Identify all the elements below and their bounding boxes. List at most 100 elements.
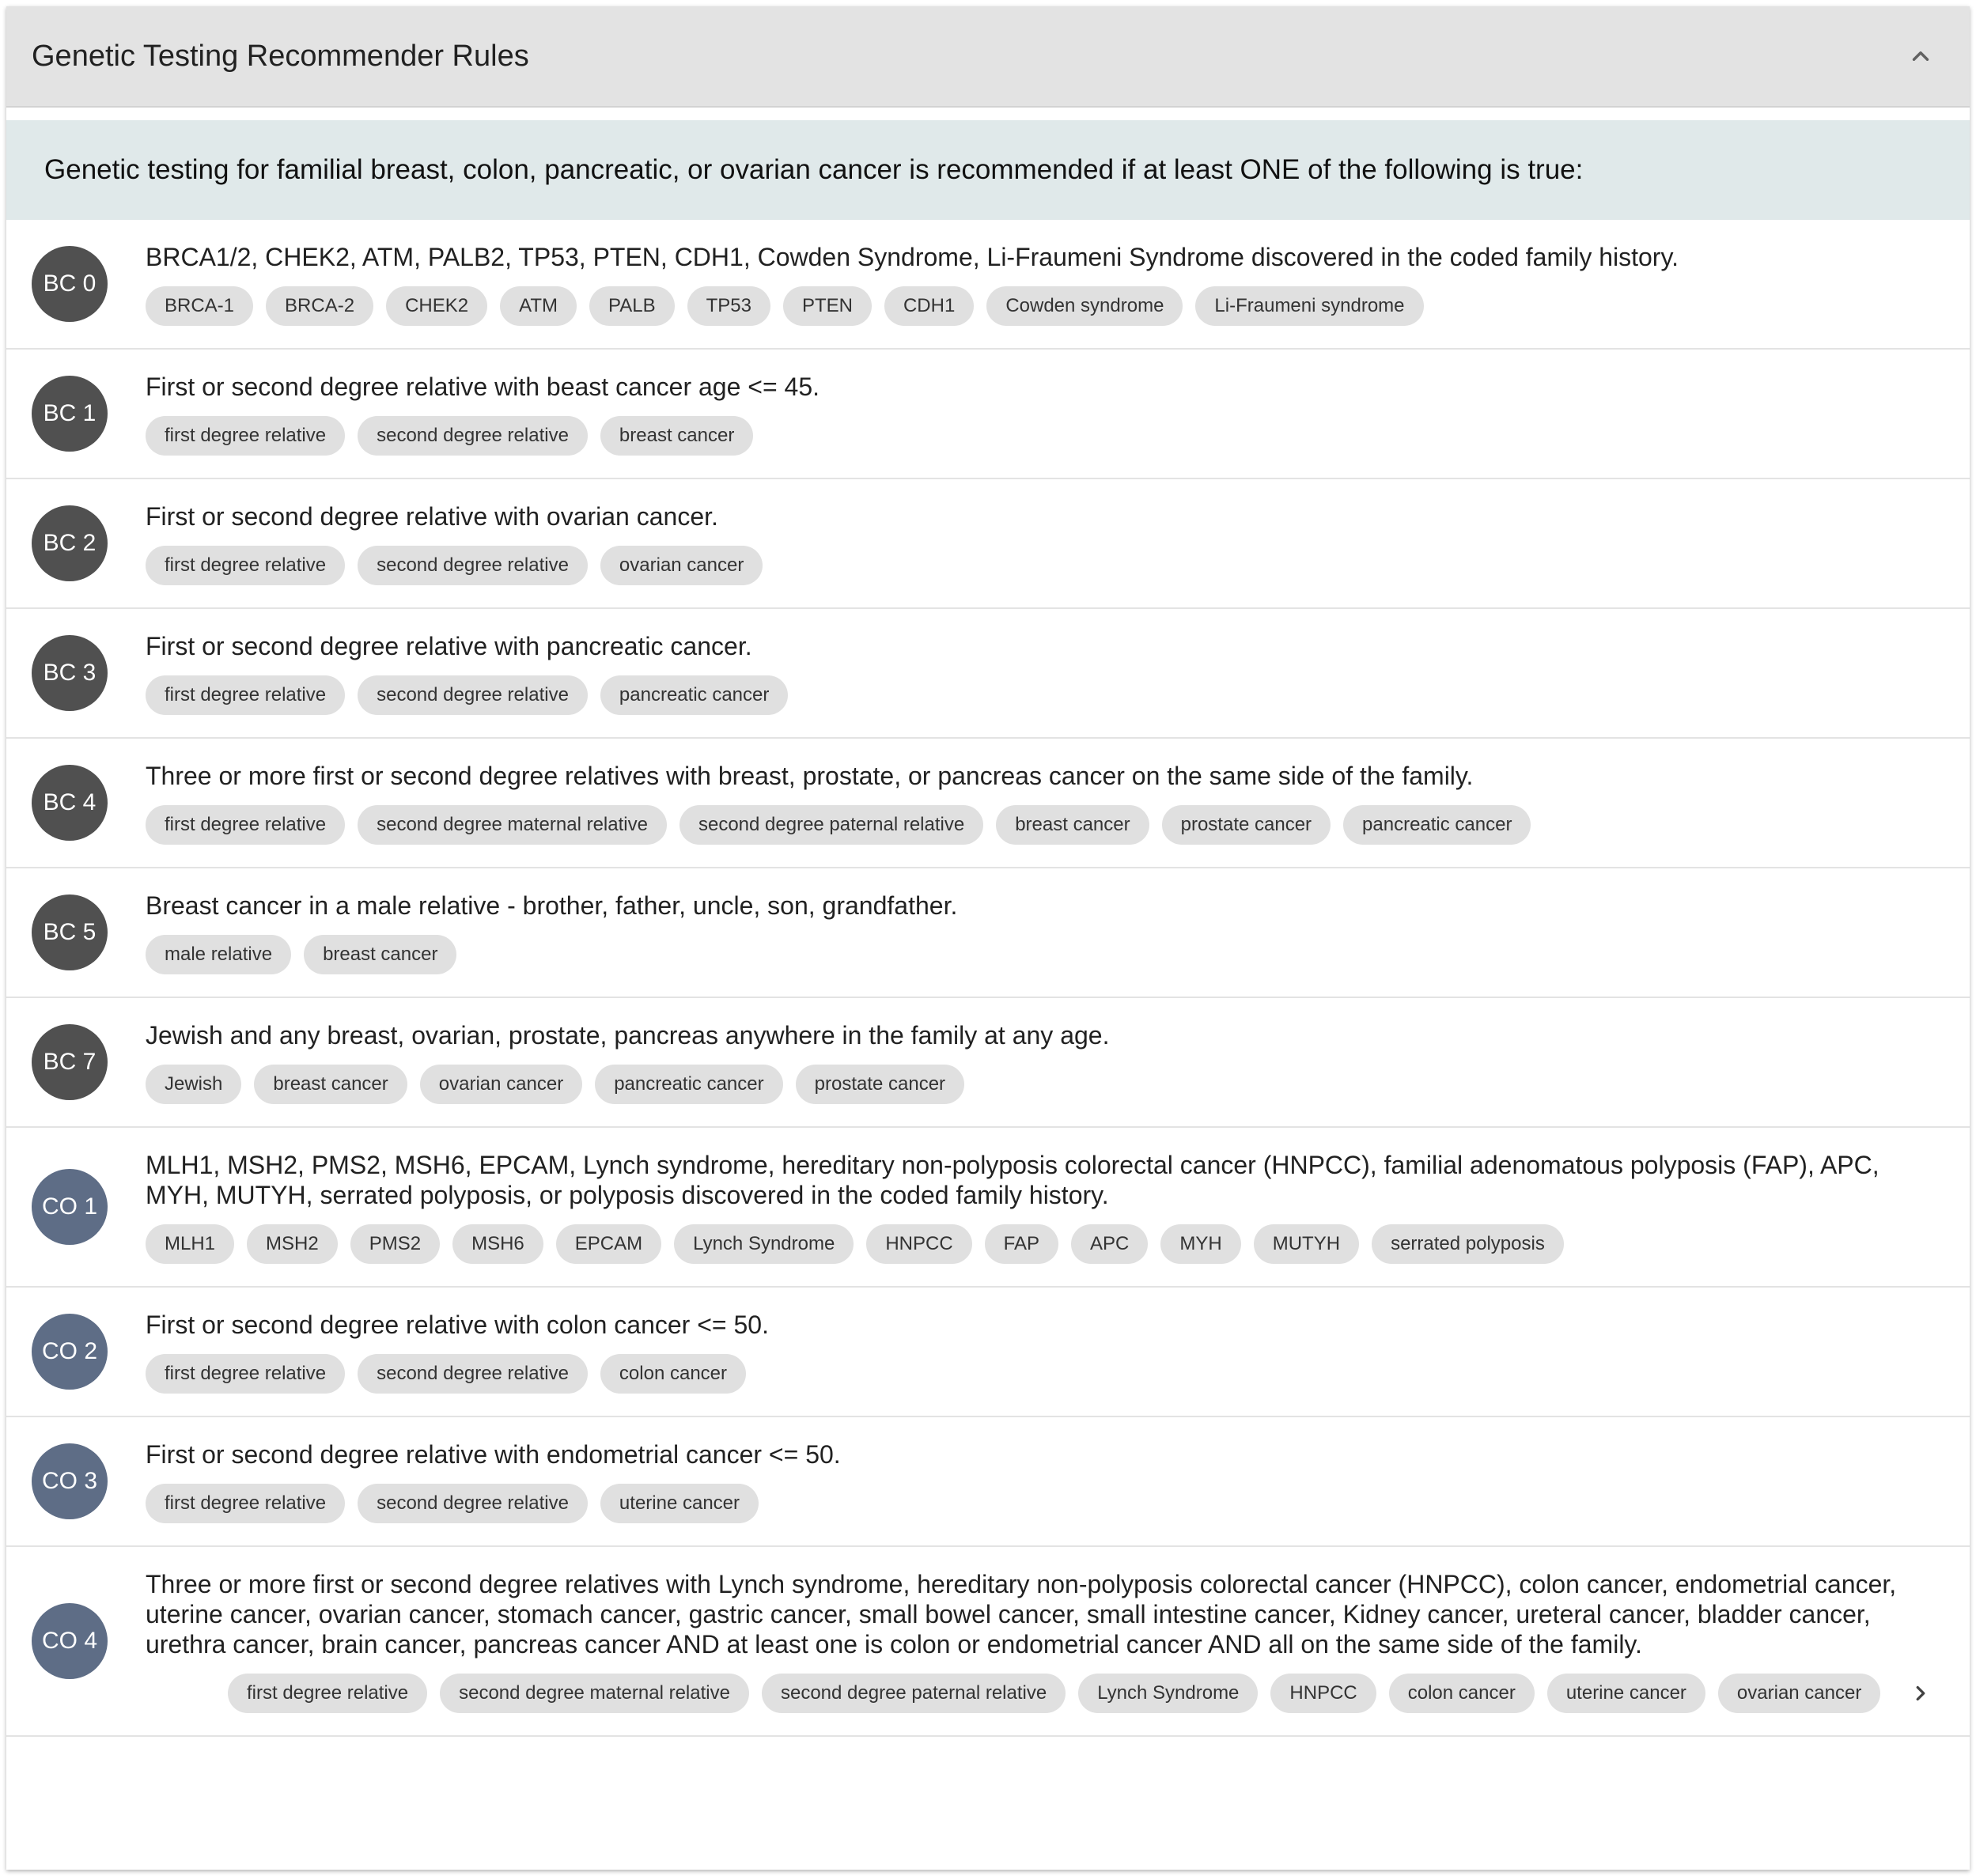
rule-code-avatar: BC 1: [32, 376, 108, 452]
tag-chip[interactable]: first degree relative: [228, 1674, 428, 1713]
rule-content: First or second degree relative with ova…: [146, 501, 1970, 585]
tag-chip[interactable]: EPCAM: [555, 1224, 662, 1264]
tag-chip[interactable]: first degree relative: [146, 1354, 346, 1394]
rule-content: First or second degree relative with bea…: [146, 372, 1970, 456]
rule-row: BC 1 First or second degree relative with…: [6, 350, 1970, 479]
tag-chip-list: first degree relative second degree relat…: [146, 1354, 1944, 1394]
tag-chip[interactable]: HNPCC: [1270, 1674, 1376, 1713]
rules-list: BC 0 BRCA1/2, CHEK2, ATM, PALB2, TP53, PT…: [6, 220, 1970, 1737]
tag-chip[interactable]: breast cancer: [304, 935, 457, 974]
tag-chip[interactable]: second degree relative: [358, 416, 588, 456]
tag-chip[interactable]: MYH: [1160, 1224, 1241, 1264]
rule-code-avatar: CO 3: [32, 1443, 108, 1519]
tag-chip[interactable]: BRCA-2: [266, 286, 374, 326]
tag-chip[interactable]: Li-Fraumeni syndrome: [1195, 286, 1424, 326]
tag-chip[interactable]: PTEN: [782, 286, 872, 326]
tag-chip[interactable]: Jewish: [146, 1065, 242, 1104]
rule-description: Three or more first or second degree rel…: [146, 762, 1474, 790]
tag-chip[interactable]: HNPCC: [866, 1224, 972, 1264]
tag-chip[interactable]: first degree relative: [146, 546, 346, 585]
tag-chip[interactable]: first degree relative: [146, 1484, 346, 1523]
tag-chip[interactable]: ovarian cancer: [1717, 1674, 1881, 1713]
tag-chip[interactable]: uterine cancer: [1546, 1674, 1705, 1713]
tag-chip[interactable]: second degree relative: [358, 675, 588, 715]
tag-chip[interactable]: colon cancer: [1388, 1674, 1535, 1713]
rule-content: First or second degree relative with pan…: [146, 631, 1970, 715]
rule-description: Breast cancer in a male relative - broth…: [146, 891, 958, 920]
tag-chip[interactable]: BRCA-1: [146, 286, 254, 326]
tag-chip[interactable]: FAP: [984, 1224, 1059, 1264]
rule-description: First or second degree relative with pan…: [146, 632, 752, 660]
tag-chip-list: first degree relative second degree relat…: [146, 1484, 1944, 1523]
rule-description: First or second degree relative with bea…: [146, 373, 820, 401]
rule-content: MLH1, MSH2, PMS2, MSH6, EPCAM, Lynch syn…: [146, 1150, 1970, 1264]
tag-chip[interactable]: second degree maternal relative: [358, 805, 667, 845]
tag-chip[interactable]: second degree paternal relative: [761, 1674, 1066, 1713]
rule-description: Jewish and any breast, ovarian, prostate…: [146, 1021, 1110, 1050]
rule-content: Jewish and any breast, ovarian, prostate…: [146, 1020, 1970, 1104]
rule-code-avatar: CO 1: [32, 1169, 108, 1245]
tag-chip[interactable]: breast cancer: [600, 416, 754, 456]
tag-chip-list: first degree relative second degree mater…: [228, 1674, 1897, 1713]
rules-panel: Genetic Testing Recommender Rules Geneti…: [6, 6, 1970, 1870]
tag-chip[interactable]: second degree maternal relative: [440, 1674, 749, 1713]
tag-chip[interactable]: Lynch Syndrome: [1078, 1674, 1259, 1713]
rule-code-avatar: BC 7: [32, 1024, 108, 1100]
rule-row: CO 1 MLH1, MSH2, PMS2, MSH6, EPCAM, Lynch…: [6, 1128, 1970, 1288]
rule-row: CO 2 First or second degree relative with…: [6, 1288, 1970, 1417]
rule-content: Three or more first or second degree rel…: [146, 761, 1970, 845]
tag-chip[interactable]: TP53: [687, 286, 770, 326]
tag-chip-list: Jewish breast cancer ovarian cancer pancrea…: [146, 1065, 1944, 1104]
tag-chip[interactable]: ovarian cancer: [600, 546, 763, 585]
tag-chip-list: MLH1 MSH2 PMS2 MSH6 EPCAM Lynch Syndrome HNPCC…: [146, 1224, 1944, 1264]
tag-chip[interactable]: colon cancer: [600, 1354, 746, 1394]
tag-chip[interactable]: prostate cancer: [1161, 805, 1331, 845]
tag-chip[interactable]: Lynch Syndrome: [674, 1224, 854, 1264]
tag-chip[interactable]: PALB: [589, 286, 675, 326]
tag-chip[interactable]: breast cancer: [254, 1065, 407, 1104]
tag-chip[interactable]: CHEK2: [386, 286, 488, 326]
tag-chip[interactable]: first degree relative: [146, 675, 346, 715]
rules-banner: Genetic testing for familial breast, col…: [6, 120, 1970, 220]
rule-description: First or second degree relative with col…: [146, 1311, 769, 1339]
tag-chip[interactable]: CDH1: [884, 286, 975, 326]
tag-chip-list: male relative breast cancer: [146, 935, 1944, 974]
tag-chip[interactable]: Cowden syndrome: [986, 286, 1183, 326]
tag-chip[interactable]: serrated polyposis: [1372, 1224, 1564, 1264]
tag-chip[interactable]: ovarian cancer: [419, 1065, 583, 1104]
tag-chip[interactable]: MLH1: [146, 1224, 235, 1264]
panel-header[interactable]: Genetic Testing Recommender Rules: [6, 6, 1970, 108]
tag-chip[interactable]: second degree relative: [358, 1484, 588, 1523]
tag-chip[interactable]: pancreatic cancer: [1343, 805, 1531, 845]
tag-chip[interactable]: pancreatic cancer: [600, 675, 789, 715]
rule-row: CO 4 Three or more first or second degree…: [6, 1547, 1970, 1737]
rule-row: BC 3 First or second degree relative with…: [6, 609, 1970, 739]
tag-chip[interactable]: MSH6: [452, 1224, 543, 1264]
collapse-button[interactable]: [1897, 32, 1944, 80]
rule-content: First or second degree relative with end…: [146, 1439, 1970, 1523]
tag-chip[interactable]: second degree relative: [358, 1354, 588, 1394]
rule-content: Breast cancer in a male relative - broth…: [146, 891, 1970, 974]
rule-code-avatar: BC 5: [32, 895, 108, 970]
tag-chip[interactable]: male relative: [146, 935, 292, 974]
rule-description: BRCA1/2, CHEK2, ATM, PALB2, TP53, PTEN, …: [146, 243, 1679, 271]
tag-chip[interactable]: breast cancer: [996, 805, 1149, 845]
tag-chip[interactable]: ATM: [500, 286, 577, 326]
chevron-up-icon: [1912, 51, 1929, 61]
tag-chip[interactable]: APC: [1071, 1224, 1149, 1264]
rule-row: BC 7 Jewish and any breast, ovarian, pros…: [6, 998, 1970, 1128]
tag-chip[interactable]: uterine cancer: [600, 1484, 759, 1523]
scroll-right-button[interactable]: [1897, 1674, 1944, 1713]
tag-chip[interactable]: first degree relative: [146, 805, 346, 845]
tag-chip[interactable]: second degree paternal relative: [679, 805, 984, 845]
rule-row: BC 2 First or second degree relative with…: [6, 479, 1970, 609]
tag-chip[interactable]: first degree relative: [146, 416, 346, 456]
tag-chip[interactable]: MSH2: [247, 1224, 338, 1264]
rule-description: Three or more first or second degree rel…: [146, 1570, 1897, 1659]
tag-chip[interactable]: second degree relative: [358, 546, 588, 585]
tag-chip[interactable]: pancreatic cancer: [595, 1065, 783, 1104]
rule-code-avatar: BC 4: [32, 765, 108, 841]
tag-chip[interactable]: PMS2: [350, 1224, 441, 1264]
tag-chip[interactable]: MUTYH: [1253, 1224, 1360, 1264]
tag-chip[interactable]: prostate cancer: [795, 1065, 965, 1104]
